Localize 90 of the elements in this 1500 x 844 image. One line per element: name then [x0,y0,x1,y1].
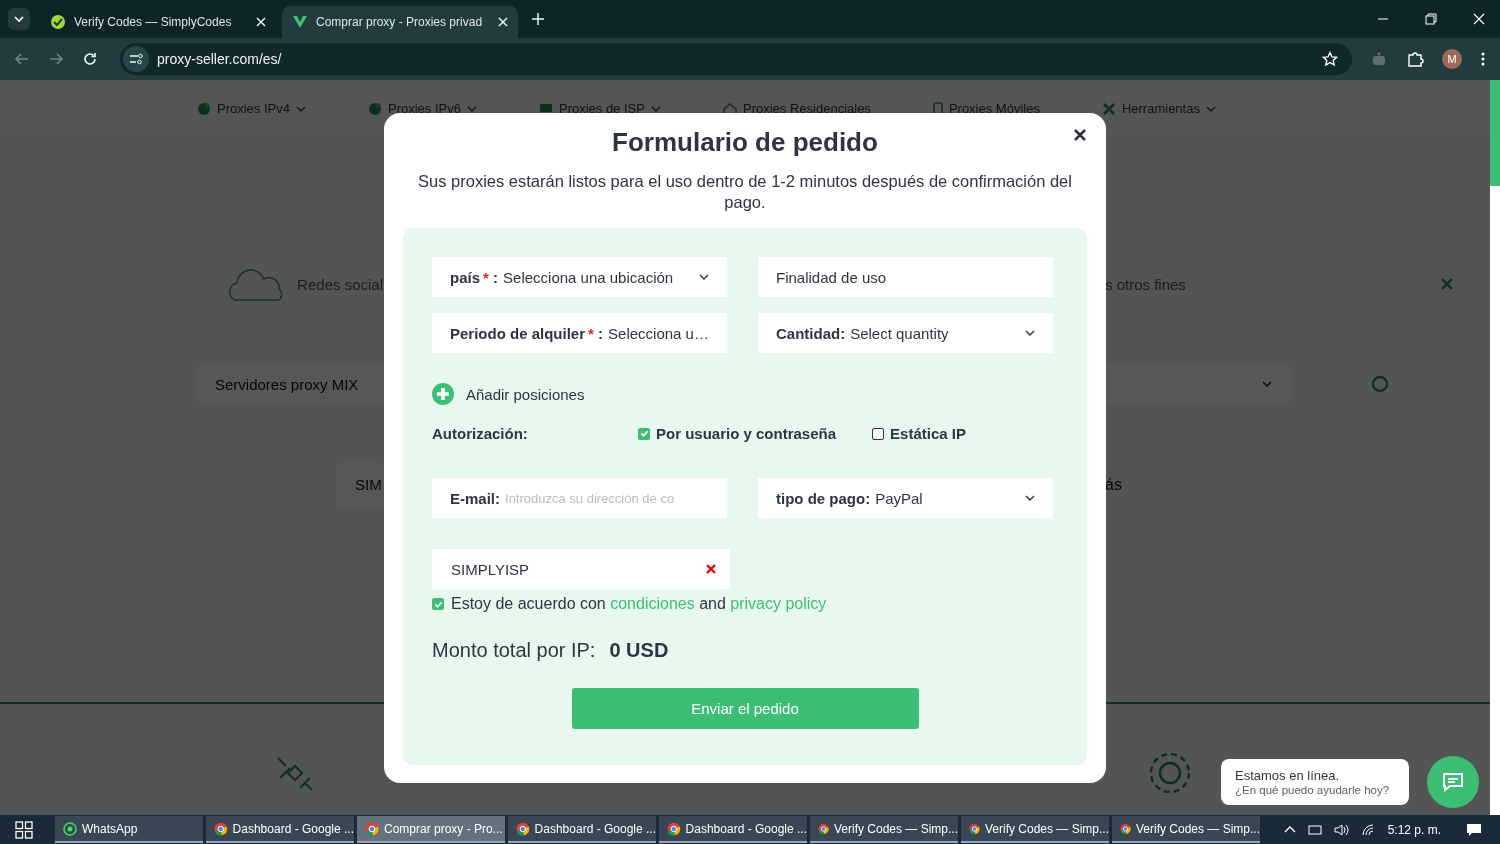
tab-title: Verify Codes — SimplyCodes [74,15,233,29]
volume-icon[interactable] [1333,822,1350,837]
chevron-down-icon [1025,493,1035,503]
circle-icon [1370,374,1390,394]
taskbar-button[interactable]: Comprar proxy - Pro... [357,816,505,843]
new-tab-icon[interactable] [532,13,544,25]
field-label: país * : [450,268,499,286]
start-icon[interactable] [15,820,33,839]
browser-app-icon [969,821,980,836]
browser-app-icon [365,821,379,836]
auth-option[interactable]: Estática IP [872,425,966,442]
chevron-down-icon [13,13,25,25]
chevron-down-icon [1262,379,1272,389]
tab-title: Comprar proxy - Proxies privad [316,15,484,29]
taskbar-button[interactable]: Dashboard - Google ... [508,816,656,843]
taskbar-button[interactable]: Dashboard - Google ... [659,816,807,843]
chat-icon [1442,772,1464,792]
field-label: E-mail: [450,489,500,507]
browser-app-icon [818,821,829,836]
category-label: Redes social [297,275,383,293]
purpose-input[interactable]: Finalidad de uso [758,257,1053,297]
field-value: Select quantity [850,324,950,342]
select-field[interactable]: Periodo de alquiler * : Selecciona u… [432,313,727,353]
add-positions-button[interactable]: Añadir posiciones [432,383,1058,405]
taskbar-button[interactable]: Verify Codes — Simp... [1112,816,1260,843]
forward-icon[interactable] [48,51,64,67]
battery-icon[interactable] [1306,822,1323,837]
menu-icon[interactable] [1480,51,1486,67]
address-field[interactable]: proxy-seller.com/es/ [120,43,1352,75]
close-icon[interactable] [1074,129,1086,141]
total-label: Monto total por IP: [432,639,596,662]
clear-icon[interactable] [706,564,716,574]
browser-tab[interactable]: Verify Codes — SimplyCodes [40,6,276,38]
clock[interactable]: 5:12 p. m. [1387,822,1441,837]
auth-option[interactable]: Por usuario y contraseña [638,425,837,442]
select-field[interactable]: Cantidad: Select quantity [758,313,1053,353]
profile-avatar[interactable]: M [1442,49,1462,69]
select-field[interactable]: tipo de pago: PayPal [758,478,1053,518]
extensions-icon[interactable] [1406,50,1424,68]
field-label: tipo de pago: [776,489,871,507]
email-field[interactable]: E-mail: Introduzca su dirección de co [432,478,727,518]
field-value: PayPal [875,489,924,507]
favicon-icon [292,14,308,30]
category-label: ás [1105,475,1122,494]
total-value: 0 USD [609,639,669,662]
browser-app-icon [214,821,228,836]
coupon-field[interactable]: SIMPLYISP [432,549,730,589]
taskbar-button[interactable]: WhatsApp [55,816,203,843]
browser-app-icon [516,821,530,836]
globe-icon [368,101,382,116]
scrollbar-thumb[interactable] [1490,80,1500,186]
select-field[interactable] [1105,364,1290,404]
site-info-icon[interactable] [123,46,149,72]
agreement-text: Estoy de acuerdo con condiciones and privacy policy [451,595,827,613]
taskbar-button[interactable]: Dashboard - Google ... [206,816,354,843]
star-icon[interactable] [1322,51,1338,67]
field-label: Periodo de alquiler * : [450,324,604,342]
url-text: proxy-seller.com/es/ [157,51,282,67]
checkbox[interactable] [872,427,885,440]
coupon-value: SIMPLYISP [451,560,530,578]
restore-icon[interactable] [1425,13,1437,25]
chat-title: Estamos en línea. [1235,768,1341,783]
authorization-label: Autorización: [432,425,529,442]
notifications-icon[interactable] [1466,822,1482,837]
favicon-icon [50,14,66,30]
plus-circle-icon [432,383,454,405]
phone-icon [932,101,943,116]
reload-icon[interactable] [82,51,98,67]
cross-mark-icon [1440,278,1453,290]
field-value: Selecciona u… [608,324,709,342]
tab-search-button[interactable] [8,8,30,30]
category-label: s otros fines [1105,275,1186,293]
browser-app-icon [667,821,681,836]
field-value: Selecciona una ubicación [503,268,675,286]
select-field[interactable]: país * : Selecciona una ubicación [432,257,727,297]
taskbar-button[interactable]: Verify Codes — Simp... [961,816,1109,843]
chat-app-icon [63,821,77,836]
field-label: Cantidad: [776,324,846,342]
taskbar-button[interactable]: Verify Codes — Simp... [810,816,958,843]
globe-icon [197,101,211,116]
chevron-down-icon [699,272,709,282]
chevron-down-icon [1025,328,1035,338]
dialog-subtitle: Sus proxies estarán listos para el uso dentro de 1-2 minutos después de confirmación del pago. [417,171,1073,213]
dialog-title: Formulario de pedido [612,127,878,158]
browser-app-icon [1120,821,1131,836]
back-icon[interactable] [14,51,30,67]
chat-subtitle: ¿En qué puedo ayudarle hoy? [1235,784,1391,796]
checkbox[interactable] [638,427,650,440]
checkbox[interactable] [432,598,444,610]
browser-tab[interactable]: Comprar proxy - Proxies privad [282,6,518,38]
